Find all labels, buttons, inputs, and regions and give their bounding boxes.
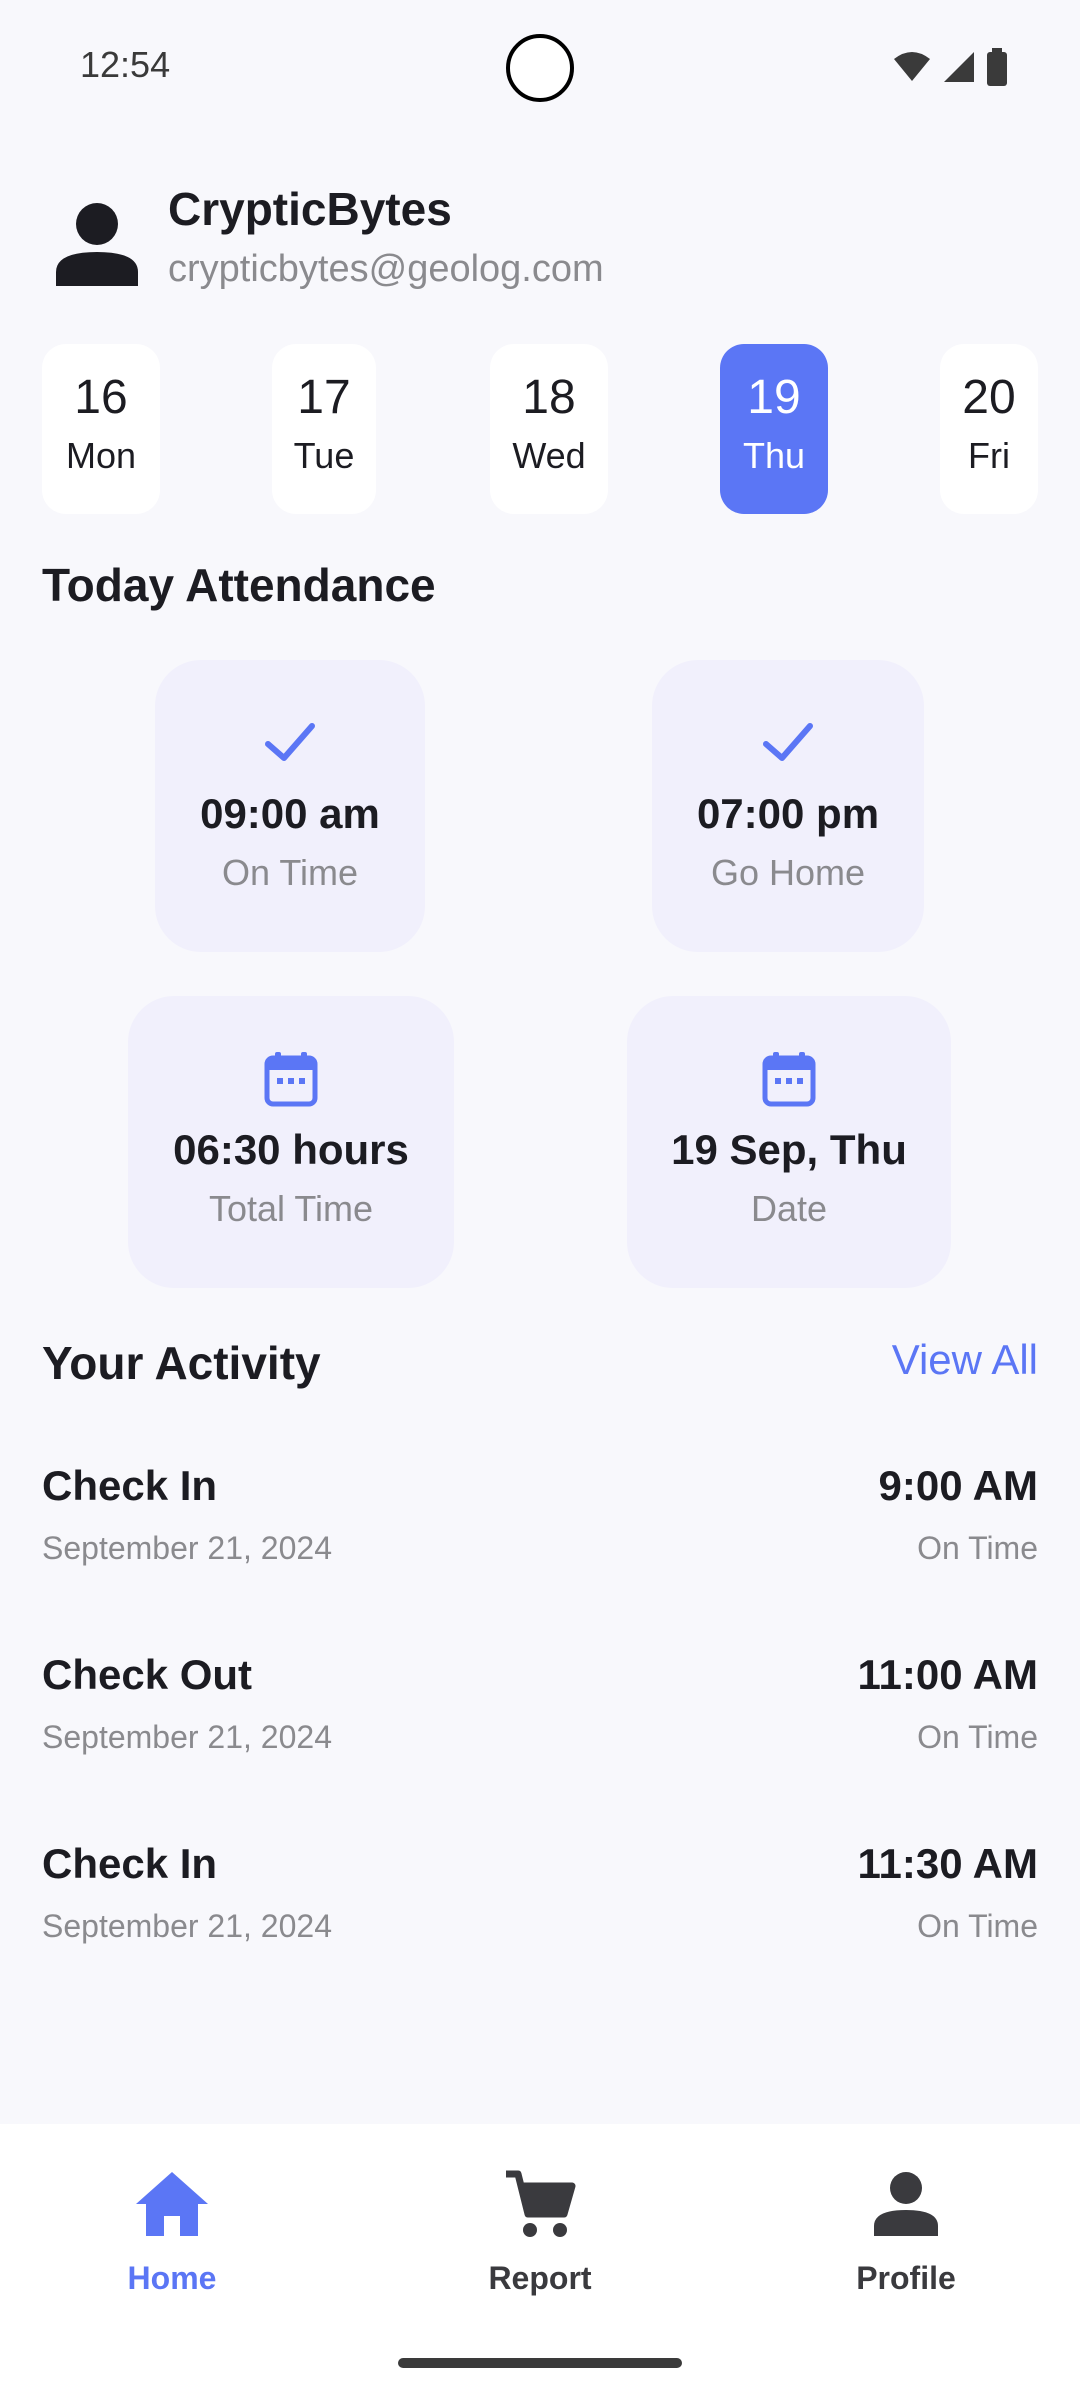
- day-chip-mon[interactable]: 16 Mon: [42, 344, 160, 514]
- user-name: CrypticBytes: [168, 183, 452, 235]
- activity-item[interactable]: Check Out September 21, 2024 11:00 AM On…: [42, 1651, 1038, 1781]
- nav-label: Profile: [856, 2260, 956, 2296]
- day-weekday: Fri: [968, 435, 1010, 476]
- profile-header: CrypticBytes crypticbytes@geolog.com: [40, 170, 1040, 310]
- attendance-value: 09:00 am: [200, 790, 380, 837]
- person-icon: [56, 203, 138, 286]
- activity-title: Check In: [42, 1462, 218, 1509]
- attendance-card-check-out: 07:00 pm Go Home: [652, 660, 924, 952]
- user-email: crypticbytes@geolog.com: [168, 248, 604, 290]
- activity-time: 11:30 AM: [857, 1840, 1038, 1887]
- home-indicator: [398, 2358, 682, 2368]
- check-icon: [265, 723, 315, 761]
- attendance-title: Today Attendance: [42, 559, 436, 611]
- nav-item-report[interactable]: Report: [420, 2164, 660, 2324]
- activity-status: On Time: [917, 1530, 1038, 1566]
- status-bar: 12:54: [0, 0, 1080, 130]
- attendance-card-check-in: 09:00 am On Time: [155, 660, 425, 952]
- attendance-card-date: 19 Sep, Thu Date: [627, 996, 951, 1288]
- activity-title: Check In: [42, 1840, 218, 1887]
- activity-item[interactable]: Check In September 21, 2024 9:00 AM On T…: [42, 1462, 1038, 1592]
- activity-date: September 21, 2024: [42, 1719, 332, 1755]
- check-icon: [763, 723, 813, 761]
- attendance-value: 06:30 hours: [173, 1126, 409, 1173]
- attendance-value: 19 Sep, Thu: [671, 1126, 907, 1173]
- calendar-icon: [264, 1052, 318, 1107]
- nav-item-profile[interactable]: Profile: [786, 2164, 1026, 2324]
- activity-time: 9:00 AM: [878, 1462, 1039, 1509]
- activity-item[interactable]: Check In September 21, 2024 11:30 AM On …: [42, 1840, 1038, 1970]
- activity-status: On Time: [917, 1908, 1038, 1944]
- day-chip-tue[interactable]: 17 Tue: [272, 344, 376, 514]
- attendance-label: Go Home: [710, 852, 866, 893]
- battery-icon: [987, 48, 1007, 86]
- day-number: 19: [747, 371, 801, 424]
- activity-time: 11:00 AM: [857, 1651, 1038, 1698]
- home-icon: [136, 2172, 208, 2236]
- day-chip-thu[interactable]: 19 Thu: [720, 344, 828, 514]
- day-number: 18: [522, 371, 576, 424]
- attendance-value: 07:00 pm: [696, 790, 880, 837]
- nav-label: Report: [488, 2260, 592, 2296]
- status-time: 12:54: [80, 44, 171, 85]
- day-weekday: Thu: [742, 435, 806, 476]
- day-number: 17: [297, 371, 351, 424]
- status-icons: [892, 48, 1008, 86]
- view-all-link[interactable]: View All: [892, 1336, 1038, 1384]
- day-number: 16: [74, 371, 128, 424]
- nav-label: Home: [127, 2260, 217, 2296]
- cart-icon: [506, 2170, 576, 2237]
- person-icon: [874, 2172, 938, 2236]
- day-chip-fri[interactable]: 20 Fri: [940, 344, 1038, 514]
- signal-icon: [944, 52, 974, 82]
- calendar-icon: [762, 1052, 816, 1107]
- date-strip: 16 Mon 17 Tue 18 Wed 19 Thu 20 Fri: [0, 344, 1080, 514]
- attendance-label: Date: [750, 1188, 828, 1229]
- activity-status: On Time: [917, 1719, 1038, 1755]
- day-number: 20: [962, 371, 1016, 424]
- nav-item-home[interactable]: Home: [52, 2164, 292, 2324]
- wifi-icon: [894, 52, 930, 81]
- activity-date: September 21, 2024: [42, 1530, 332, 1566]
- day-chip-wed[interactable]: 18 Wed: [490, 344, 608, 514]
- camera-cutout: [506, 34, 574, 102]
- day-weekday: Mon: [65, 435, 137, 476]
- activity-title: Your Activity: [42, 1337, 321, 1389]
- activity-title: Check Out: [42, 1651, 253, 1698]
- attendance-label: On Time: [221, 852, 359, 893]
- attendance-label: Total Time: [208, 1188, 374, 1229]
- day-weekday: Wed: [512, 435, 586, 476]
- activity-date: September 21, 2024: [42, 1908, 332, 1944]
- attendance-card-total-time: 06:30 hours Total Time: [128, 996, 454, 1288]
- day-weekday: Tue: [293, 435, 355, 476]
